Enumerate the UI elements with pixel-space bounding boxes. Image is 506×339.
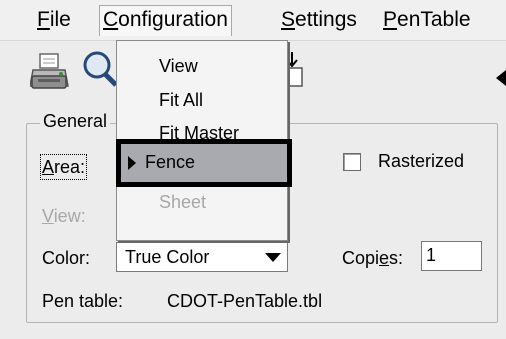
menu-settings[interactable]: Settings <box>278 6 360 34</box>
pen-table-label: Pen table: <box>42 291 124 311</box>
menu-item-sheet: Sheet <box>159 192 207 212</box>
menu-item-fence-label: Fence <box>145 152 196 172</box>
selected-arrow-icon <box>128 156 136 170</box>
menu-pentable-label: enTable <box>397 8 471 31</box>
menu-item-fence[interactable]: Fence <box>116 139 292 187</box>
copies-input[interactable]: 1 <box>421 241 482 271</box>
menu-item-fit-all[interactable]: Fit All <box>159 89 203 111</box>
chevron-down-icon <box>265 253 281 262</box>
copies-label-post: s: <box>389 248 404 268</box>
menu-file-label: ile <box>49 8 71 31</box>
arrow-right-icon[interactable] <box>494 70 506 86</box>
color-combo[interactable]: True Color <box>116 242 288 272</box>
pen-table-value: CDOT-PenTable.tbl <box>167 291 323 311</box>
color-label: Color: <box>42 248 91 268</box>
view-label-rest: iew: <box>53 206 86 226</box>
area-label[interactable]: Area: <box>39 154 88 180</box>
menu-bar: File Configuration Settings PenTable <box>0 0 506 41</box>
printer-icon[interactable] <box>29 52 70 94</box>
menu-settings-label: ettings <box>295 8 357 31</box>
rasterized-label: Rasterized <box>378 151 465 171</box>
copies-label-mnemonic: e <box>379 248 390 268</box>
menu-configuration-mnemonic: C <box>103 8 119 31</box>
print-dialog: File Configuration Settings PenTable Gen… <box>0 0 506 339</box>
color-combo-value: True Color <box>125 247 210 267</box>
menu-configuration[interactable]: Configuration <box>99 5 232 36</box>
copies-label-pre: Copi <box>342 248 380 268</box>
area-label-rest: rea: <box>54 157 86 177</box>
menu-pentable-mnemonic: P <box>383 8 398 31</box>
general-group-title: General <box>40 110 111 132</box>
view-label-mnemonic: V <box>42 206 54 226</box>
rasterized-checkbox[interactable] <box>343 153 361 171</box>
area-label-mnemonic: A <box>42 157 55 177</box>
menu-pentable[interactable]: PenTable <box>380 6 474 34</box>
view-label: View: <box>42 205 86 227</box>
preview-icon[interactable] <box>80 50 118 88</box>
menu-file-mnemonic: F <box>37 8 50 31</box>
copies-label: Copies: <box>342 247 403 269</box>
menu-file[interactable]: File <box>34 6 74 34</box>
menu-item-view[interactable]: View <box>159 55 198 77</box>
menu-settings-mnemonic: S <box>281 8 296 31</box>
menu-configuration-label: onfiguration <box>118 8 228 31</box>
